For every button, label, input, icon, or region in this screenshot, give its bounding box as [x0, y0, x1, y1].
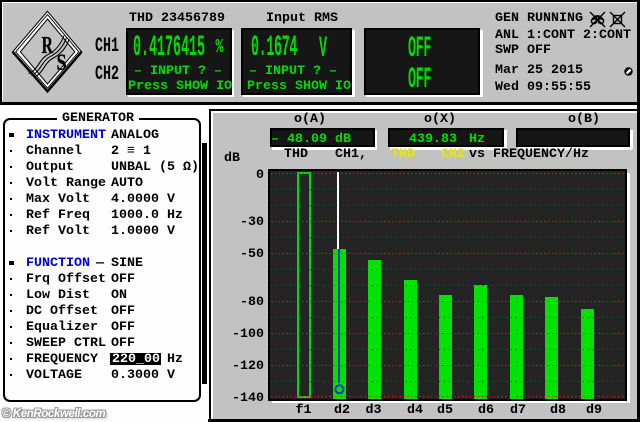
svg-text:S: S	[57, 50, 67, 75]
